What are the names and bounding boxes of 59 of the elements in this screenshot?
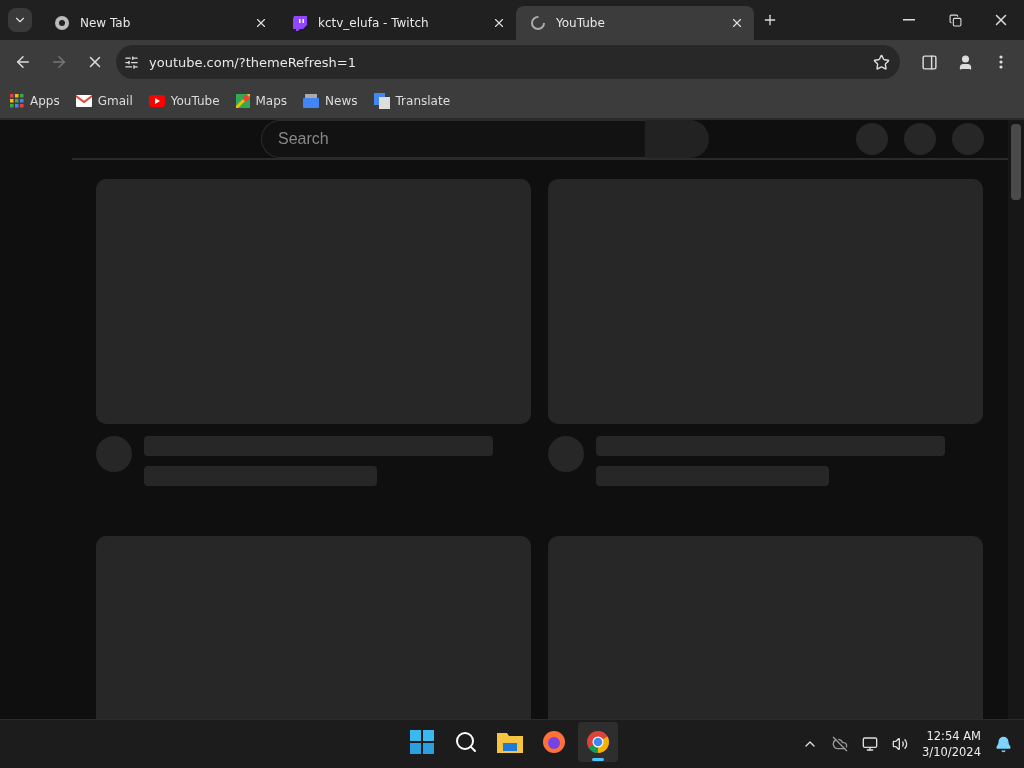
forward-arrow-icon <box>50 53 68 71</box>
newspaper-icon <box>303 94 320 108</box>
close-x-icon <box>492 16 506 30</box>
plus-icon <box>762 12 778 28</box>
chrome-icon <box>586 730 610 754</box>
translate-icon <box>373 93 390 109</box>
search-icon <box>454 730 478 754</box>
windows-logo-icon <box>410 730 434 754</box>
browser-tab[interactable]: kctv_elufa - Twitch <box>278 6 516 40</box>
bookmark-star-icon[interactable] <box>873 53 890 71</box>
address-text: youtube.com/?themeRefresh=1 <box>149 54 357 70</box>
volume-icon[interactable] <box>892 736 909 752</box>
bookmark-link[interactable]: News <box>303 94 358 108</box>
tab-title: YouTube <box>556 16 606 30</box>
clock-time: 12:54 AM <box>926 728 981 744</box>
twitch-icon <box>292 15 308 31</box>
avatar-placeholder <box>96 436 132 472</box>
tab-title: kctv_elufa - Twitch <box>318 16 430 30</box>
scrollbar[interactable] <box>1008 120 1024 719</box>
tab-title: New Tab <box>80 16 132 30</box>
avatar-placeholder <box>548 436 584 472</box>
clock-date: 3/10/2024 <box>922 744 981 760</box>
tab-search-button[interactable] <box>8 8 32 32</box>
play-icon <box>148 95 165 107</box>
bookmark-link[interactable]: Gmail <box>75 94 133 108</box>
bookmark-link[interactable]: Maps <box>235 94 288 108</box>
mail-icon <box>75 95 92 107</box>
chrome-icon <box>54 15 70 31</box>
firefox-icon <box>542 730 566 754</box>
close-tab-button[interactable] <box>254 16 268 30</box>
folder-icon <box>497 731 523 753</box>
menu-icon <box>999 55 1003 69</box>
cloud-off-icon[interactable] <box>832 736 849 752</box>
site-settings-icon[interactable] <box>124 54 139 70</box>
notification-bell-icon[interactable] <box>995 735 1012 753</box>
icon-placeholder <box>952 123 984 155</box>
bookmark-link[interactable]: Apps <box>10 94 60 108</box>
network-icon[interactable] <box>862 736 879 752</box>
browser-tab[interactable]: New Tab <box>40 6 278 40</box>
close-x-icon <box>254 16 268 30</box>
loading-spinner-icon <box>530 15 546 31</box>
close-tab-button[interactable] <box>492 16 506 30</box>
icon-placeholder <box>856 123 888 155</box>
new-tab-button[interactable] <box>762 12 778 28</box>
close-tab-button[interactable] <box>730 16 744 30</box>
map-icon <box>235 94 250 108</box>
apps-grid-icon <box>10 94 24 108</box>
taskbar-app-button[interactable] <box>578 722 618 762</box>
icon-placeholder <box>904 123 936 155</box>
search-field[interactable]: Search <box>261 120 645 158</box>
bookmark-link[interactable]: YouTube <box>148 94 220 108</box>
side-panel-icon <box>920 53 938 71</box>
minimize-icon <box>903 19 915 21</box>
restore-icon <box>948 13 962 27</box>
close-x-icon <box>730 16 744 30</box>
running-indicator <box>592 758 604 761</box>
browser-tab[interactable]: YouTube <box>516 6 754 40</box>
address-bar[interactable]: youtube.com/?themeRefresh=1 <box>116 45 900 79</box>
bookmark-link[interactable]: Translate <box>373 93 451 109</box>
